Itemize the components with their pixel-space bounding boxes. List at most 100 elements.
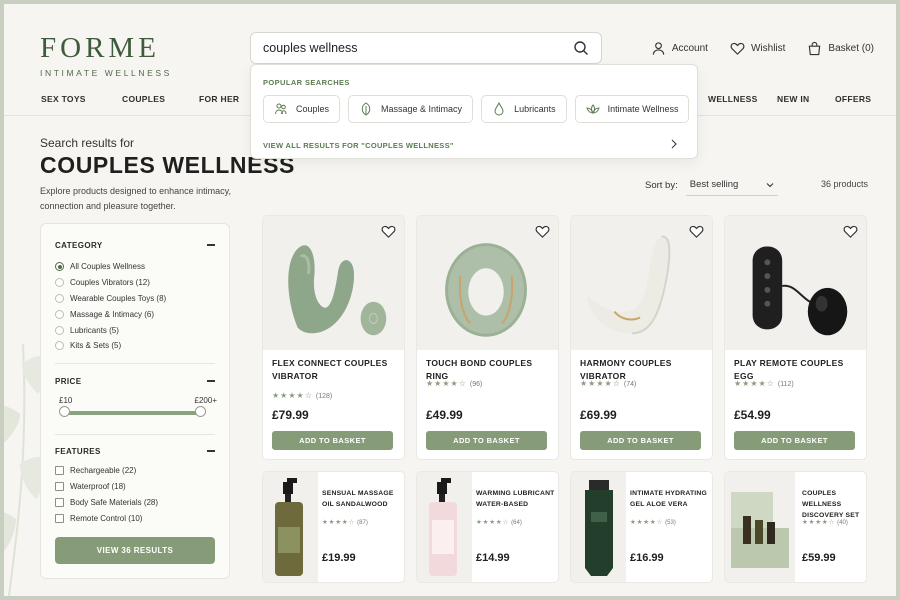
product-image[interactable] [263, 472, 318, 582]
chip-massage-intimacy[interactable]: Massage & Intimacy [348, 95, 474, 123]
collapse-category-icon[interactable] [207, 244, 215, 246]
divider [55, 363, 215, 364]
nav-item-new-in[interactable]: NEW IN [777, 94, 810, 104]
review-count: (74) [623, 381, 637, 388]
header-actions: Account Wishlist Basket (0) [651, 41, 874, 56]
product-card-small[interactable]: INTIMATE HYDRATING GEL ALOE VERA ★★★★☆ (5… [570, 471, 713, 583]
nav-item-sex-toys[interactable]: SEX TOYS [41, 94, 86, 104]
product-card[interactable]: TOUCH BOND COUPLES RING ★★★★☆ (96) £49.99… [416, 215, 559, 460]
brand-logo[interactable]: FORME INTIMATE WELLNESS [40, 32, 172, 78]
chip-couples[interactable]: Couples [263, 95, 341, 123]
product-name[interactable]: WARMING LUBRICANT WATER-BASED [476, 488, 558, 510]
chip-label: Intimate Wellness [607, 104, 679, 114]
review-count: (128) [315, 393, 333, 400]
product-card-small[interactable]: WARMING LUBRICANT WATER-BASED ★★★★☆ (64) … [416, 471, 559, 583]
category-option[interactable]: Massage & Intimacy (6) [55, 310, 154, 319]
chip-intimate-wellness[interactable]: Intimate Wellness [574, 95, 690, 123]
radio-button[interactable] [55, 326, 64, 335]
feature-option[interactable]: Rechargeable (22) [55, 466, 136, 475]
search-input-value: couples wellness [263, 41, 358, 55]
wishlist-heart-icon[interactable] [535, 224, 550, 239]
radio-button[interactable] [55, 310, 64, 319]
wishlist-heart-icon[interactable] [843, 224, 858, 239]
logo-wordmark: FORME [40, 32, 160, 64]
radio-button[interactable] [55, 341, 64, 350]
product-name[interactable]: COUPLES WELLNESS DISCOVERY SET [802, 488, 866, 521]
product-price: £19.99 [322, 552, 356, 564]
discovery-set-box-illustration [731, 492, 789, 568]
price-slider-max-handle[interactable] [195, 406, 206, 417]
review-count: (112) [777, 381, 794, 388]
category-option[interactable]: Kits & Sets (5) [55, 341, 121, 350]
account-link[interactable]: Account [651, 41, 708, 56]
product-card[interactable]: HARMONY COUPLES VIBRATOR ★★★★☆ (74) £69.9… [570, 215, 713, 460]
view-all-results-link[interactable]: VIEW ALL RESULTS FOR "COUPLES WELLNESS" [263, 141, 454, 150]
feature-option[interactable]: Waterproof (18) [55, 482, 126, 491]
view-results-button[interactable]: VIEW 36 RESULTS [55, 537, 215, 564]
wishlist-label: Wishlist [750, 43, 786, 54]
chip-lubricants[interactable]: Lubricants [481, 95, 567, 123]
product-name[interactable]: FLEX CONNECT COUPLES VIBRATOR [272, 357, 396, 383]
product-image[interactable] [725, 472, 795, 582]
product-price: £59.99 [802, 552, 836, 564]
nav-item-offers[interactable]: OFFERS [835, 94, 871, 104]
feature-option[interactable]: Body Safe Materials (28) [55, 498, 158, 507]
wishlist-heart-icon[interactable] [381, 224, 396, 239]
category-option-label: Wearable Couples Toys (8) [70, 294, 167, 303]
category-filter-heading[interactable]: CATEGORY [55, 241, 103, 250]
product-price: £54.99 [734, 408, 771, 422]
rating-stars: ★★★★☆ [630, 519, 664, 526]
product-image[interactable] [571, 472, 626, 582]
product-card[interactable]: PLAY REMOTE COUPLES EGG ★★★★☆ (112) £54.9… [724, 215, 867, 460]
add-to-basket-button[interactable]: ADD TO BASKET [734, 431, 855, 450]
collapse-features-icon[interactable] [207, 450, 215, 452]
price-min-label: £10 [59, 396, 73, 405]
category-option[interactable]: Lubricants (5) [55, 326, 119, 335]
collapse-price-icon[interactable] [207, 380, 215, 382]
nav-item-wellness[interactable]: WELLNESS [708, 94, 758, 104]
product-name[interactable]: SENSUAL MASSAGE OIL SANDALWOOD [322, 488, 404, 510]
review-count: (96) [469, 381, 483, 388]
category-option[interactable]: All Couples Wellness [55, 262, 145, 271]
nav-item-for-her[interactable]: FOR HER [199, 94, 239, 104]
category-option[interactable]: Wearable Couples Toys (8) [55, 294, 166, 303]
basket-link[interactable]: Basket (0) [807, 41, 874, 56]
nav-item-couples[interactable]: COUPLES [122, 94, 165, 104]
product-card-small[interactable]: COUPLES WELLNESS DISCOVERY SET ★★★★☆ (40)… [724, 471, 867, 583]
wishlist-heart-icon[interactable] [689, 224, 704, 239]
sort-select[interactable]: Best selling [685, 174, 778, 196]
couple-icon [275, 103, 287, 115]
search-icon[interactable] [573, 40, 589, 56]
rating-stars: ★★★★☆ [802, 519, 836, 526]
price-slider-track[interactable] [63, 411, 201, 415]
feature-option-label: Remote Control (10) [70, 514, 143, 523]
checkbox[interactable] [55, 498, 64, 507]
product-rating: ★★★★☆ (96) [426, 379, 482, 388]
product-image[interactable] [417, 472, 472, 582]
massage-oil-bottle-illustration [275, 478, 303, 576]
price-filter-heading[interactable]: PRICE [55, 377, 81, 386]
checkbox[interactable] [55, 466, 64, 475]
rating-stars: ★★★★☆ [734, 379, 775, 388]
wishlist-link[interactable]: Wishlist [730, 41, 785, 56]
feature-option[interactable]: Remote Control (10) [55, 514, 142, 523]
category-option[interactable]: Couples Vibrators (12) [55, 278, 150, 287]
price-slider-min-handle[interactable] [59, 406, 70, 417]
popular-searches-list: Couples Massage & Intimacy Lubricants In… [263, 95, 690, 123]
search-input[interactable]: couples wellness [250, 32, 602, 64]
chevron-right-icon[interactable] [669, 138, 679, 150]
radio-button[interactable] [55, 262, 64, 271]
review-count: (64) [511, 520, 522, 526]
radio-button[interactable] [55, 294, 64, 303]
radio-button[interactable] [55, 278, 64, 287]
add-to-basket-button[interactable]: ADD TO BASKET [272, 431, 393, 450]
checkbox[interactable] [55, 482, 64, 491]
price-max-label: £200+ [194, 396, 217, 405]
product-name[interactable]: INTIMATE HYDRATING GEL ALOE VERA [630, 488, 712, 510]
add-to-basket-button[interactable]: ADD TO BASKET [426, 431, 547, 450]
add-to-basket-button[interactable]: ADD TO BASKET [580, 431, 701, 450]
checkbox[interactable] [55, 514, 64, 523]
product-card-small[interactable]: SENSUAL MASSAGE OIL SANDALWOOD ★★★★☆ (87)… [262, 471, 405, 583]
features-filter-heading[interactable]: FEATURES [55, 447, 101, 456]
product-card[interactable]: FLEX CONNECT COUPLES VIBRATOR ★★★★☆ (128)… [262, 215, 405, 460]
